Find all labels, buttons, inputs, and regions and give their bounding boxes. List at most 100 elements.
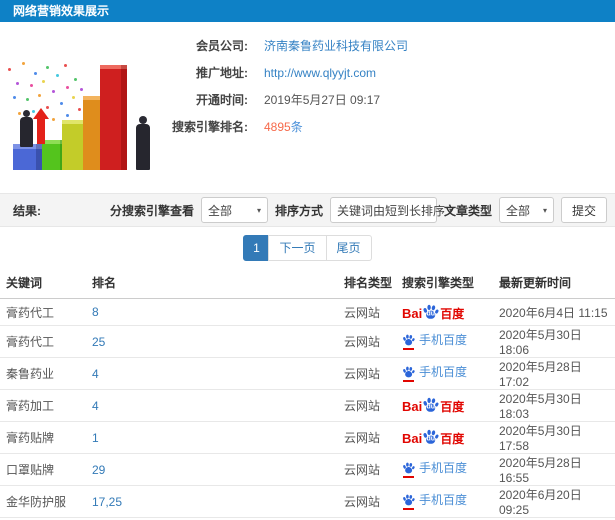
table-row: 口罩贴牌 29 云网站 手机百度 2020年5月28日 16:55: [0, 453, 615, 486]
company-info: 会员公司: 济南秦鲁药业科技有限公司 推广地址: http://www.qlyy…: [160, 32, 610, 140]
mobile-baidu-logo: 手机百度: [402, 493, 468, 510]
article-type-select[interactable]: 全部 ▾: [498, 197, 554, 223]
rank-type-cell: 云网站: [340, 485, 398, 518]
engine-cell: 手机百度: [398, 325, 495, 358]
engine-cell: 手机百度: [398, 453, 495, 486]
baidu-paw-icon: [403, 334, 415, 345]
updated-cell: 2020年5月30日 18:06: [495, 325, 615, 358]
businessman-right-figure: [136, 116, 150, 170]
mobile-baidu-label: 手机百度: [419, 333, 468, 347]
keyword-cell: 膏药贴牌: [0, 421, 88, 454]
rank-type-cell: 云网站: [340, 298, 398, 326]
baidu-paw-icon: [403, 462, 415, 473]
rank-link[interactable]: 8: [88, 298, 340, 326]
results-label: 结果:: [13, 203, 41, 218]
mobile-baidu-paw-icon: [402, 462, 415, 478]
open-time-value: 2019年5月27日 09:17: [264, 93, 381, 107]
baidu-logo-cn-text: 百度: [440, 400, 465, 414]
col-rank: 排名: [88, 268, 340, 299]
rank-link[interactable]: 4: [88, 357, 340, 390]
bar-red: [100, 65, 127, 170]
article-type-label: 文章类型: [443, 203, 492, 218]
engine-filter-select[interactable]: 全部 ▾: [200, 197, 268, 223]
sort-order-label: 排序方式: [274, 203, 323, 218]
table-row: 膏药代工 25 云网站 手机百度 2020年5月30日 18:06: [0, 325, 615, 358]
results-table-body: 膏药代工 8 云网站 Bai du 百度 2020年6月4日 11:15 膏药代工 25…: [0, 298, 615, 520]
pagination: 1 下一页 尾页: [0, 227, 615, 268]
baidu-paw-icon: du: [422, 429, 439, 446]
keyword-cell: 膏药代工: [0, 298, 88, 326]
baidu-logo-text: Bai: [402, 431, 423, 446]
sort-order-select[interactable]: 关键词由短到长排序 ▾: [329, 197, 453, 223]
growth-arrow-icon: [33, 108, 49, 144]
promo-url-link[interactable]: http://www.qlyyjt.com: [264, 66, 376, 80]
mobile-baidu-logo: 手机百度: [402, 461, 468, 478]
updated-cell: 2020年5月30日 18:03: [495, 389, 615, 422]
info-row-rank-count: 搜索引擎排名: 4895 条: [160, 113, 610, 140]
engine-cell: Bai du 百度: [398, 389, 495, 422]
mobile-baidu-label: 手机百度: [419, 493, 468, 507]
updated-cell: 2020年5月30日 17:58: [495, 421, 615, 454]
keyword-cell: 金华防护服: [0, 485, 88, 518]
rank-count-unit: 条: [290, 120, 303, 134]
table-row: 秦鲁药业 4 云网站 手机百度 2020年5月28日 17:02: [0, 357, 615, 390]
engine-filter-label: 分搜索引擎查看: [109, 203, 194, 218]
baidu-logo-cn-text: 百度: [440, 432, 465, 446]
page-title: 网络营销效果展示: [13, 4, 110, 18]
mobile-baidu-logo: 手机百度: [402, 333, 468, 350]
engine-cell: Bai du 百度: [398, 298, 495, 326]
updated-cell: 2020年6月20日 09:25: [495, 485, 615, 518]
updated-cell: 2020年6月4日 11:15: [495, 298, 615, 326]
last-page-button[interactable]: 尾页: [325, 234, 372, 261]
next-page-button[interactable]: 下一页: [268, 234, 327, 261]
table-row: 膏药贴牌 1 云网站 Bai du 百度 2020年5月30日 17:58: [0, 421, 615, 454]
chevron-down-icon: ▾: [256, 205, 261, 215]
baidu-paw-icon: [403, 494, 415, 505]
mobile-baidu-label: 手机百度: [419, 365, 468, 379]
engine-cell: 手机百度: [398, 357, 495, 390]
baidu-logo-cn-text: 百度: [440, 306, 465, 321]
keyword-cell: 膏药代工: [0, 325, 88, 358]
table-row: 膏药代工 8 云网站 Bai du 百度 2020年6月4日 11:15: [0, 298, 615, 326]
rank-link[interactable]: 17,25: [88, 485, 340, 518]
engine-cell: 手机百度: [398, 485, 495, 518]
updated-cell: 2020年5月28日 16:55: [495, 453, 615, 486]
company-name-link[interactable]: 济南秦鲁药业科技有限公司: [264, 37, 408, 54]
rank-link[interactable]: 4: [88, 389, 340, 422]
bar-blue: [13, 144, 43, 170]
col-updated: 最新更新时间: [495, 268, 615, 299]
mobile-baidu-label: 手机百度: [419, 461, 468, 475]
baidu-paw-icon: du: [422, 397, 439, 414]
submit-button[interactable]: 提交: [560, 197, 607, 223]
rank-type-cell: 云网站: [340, 389, 398, 422]
info-row-opened: 开通时间: 2019年5月27日 09:17: [160, 86, 610, 113]
info-row-company: 会员公司: 济南秦鲁药业科技有限公司: [160, 32, 610, 59]
page: 网络营销效果展示 会员公司: 济南秦鲁药业科技有限公司 推广地址: http:/…: [0, 0, 615, 520]
chevron-down-icon: ▾: [542, 205, 547, 215]
table-row: 金华防护服 17,25 云网站 手机百度 2020年6月20日 09:25: [0, 485, 615, 518]
mobile-baidu-paw-icon: [402, 334, 415, 350]
engine-rank-label: 搜索引擎排名:: [172, 120, 248, 134]
confetti-dots: [8, 68, 11, 71]
col-engine-type: 搜索引擎类型: [398, 268, 495, 299]
keyword-cell: 膏药加工: [0, 389, 88, 422]
baidu-paw-icon: du: [422, 304, 439, 321]
col-keyword: 关键词: [0, 268, 88, 299]
keyword-cell: 口罩贴牌: [0, 453, 88, 486]
rank-link[interactable]: 25: [88, 325, 340, 358]
baidu-logo-text: Bai: [402, 399, 423, 414]
mobile-baidu-paw-icon: [402, 494, 415, 510]
rank-link[interactable]: 29: [88, 453, 340, 486]
page-1-button[interactable]: 1: [243, 234, 270, 261]
open-time-label: 开通时间:: [196, 93, 248, 107]
keyword-cell: 秦鲁药业: [0, 357, 88, 390]
businessman-left-figure: [20, 110, 33, 147]
rank-type-cell: 云网站: [340, 357, 398, 390]
filter-bar: 结果: 分搜索引擎查看 全部 ▾ 排序方式 关键词由短到长排序 ▾ 文章类型 全…: [0, 193, 615, 227]
mobile-baidu-paw-icon: [402, 366, 415, 382]
arrow-shaft: [37, 118, 45, 144]
engine-cell: Bai du 百度: [398, 421, 495, 454]
rank-link[interactable]: 1: [88, 421, 340, 454]
baidu-pc-logo: Bai du 百度: [402, 429, 464, 445]
rank-type-cell: 云网站: [340, 421, 398, 454]
